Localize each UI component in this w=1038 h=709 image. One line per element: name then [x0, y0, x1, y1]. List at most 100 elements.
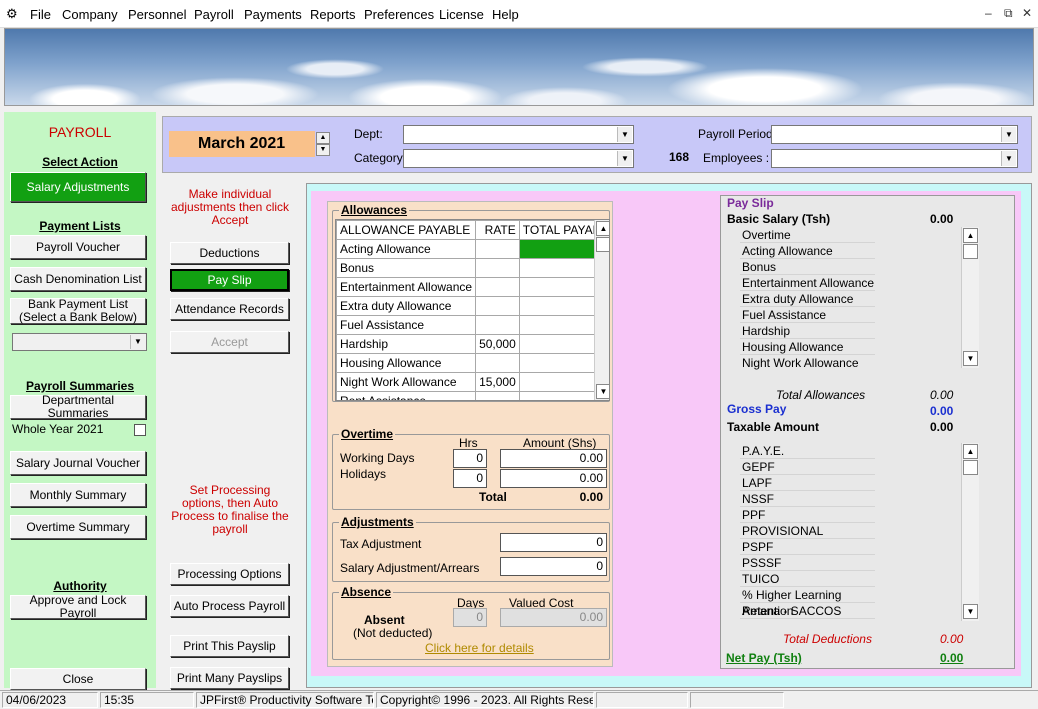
allowance-name-cell: Night Work Allowance	[336, 372, 477, 392]
menu-help[interactable]: Help	[492, 7, 519, 22]
minimize-icon[interactable]: –	[985, 6, 992, 20]
payslip-allowance-item: Overtime	[740, 227, 875, 243]
adjustments-title: Adjustments	[339, 515, 416, 529]
deductions-button[interactable]: Deductions	[170, 242, 289, 264]
scroll-thumb[interactable]	[963, 244, 978, 259]
left-panel: PAYROLL Select Action Salary Adjustments…	[4, 112, 156, 690]
scroll-thumb[interactable]	[596, 237, 609, 252]
allowance-rate-cell[interactable]	[475, 315, 520, 335]
allowance-rate-cell[interactable]	[475, 391, 520, 400]
menu-payroll[interactable]: Payroll	[194, 7, 234, 22]
payroll-voucher-button[interactable]: Payroll Voucher	[10, 235, 146, 259]
salary-journal-voucher-button[interactable]: Salary Journal Voucher	[10, 451, 146, 475]
pay-slip-button[interactable]: Pay Slip	[170, 269, 289, 291]
employees-select[interactable]: ▼	[771, 149, 1018, 168]
absent-days-input[interactable]: 0	[453, 608, 487, 627]
tax-adjustment-input[interactable]: 0	[500, 533, 607, 552]
status-copyright: Copyright© 1996 - 2023. All Rights Reser…	[376, 692, 594, 708]
whole-year-checkbox[interactable]	[134, 424, 146, 436]
gross-pay-value: 0.00	[930, 404, 954, 418]
holiday-amount-input[interactable]: 0.00	[500, 469, 607, 488]
bank-select[interactable]: ▼	[12, 333, 147, 351]
working-amount-input[interactable]: 0.00	[500, 449, 607, 468]
table-row[interactable]: Hardship 50,000	[336, 334, 609, 354]
allowance-rate-cell[interactable]: 15,000	[475, 372, 520, 392]
cash-denomination-button[interactable]: Cash Denomination List	[10, 267, 146, 291]
basic-salary-label: Basic Salary (Tsh)	[727, 212, 831, 226]
restore-icon[interactable]: ⧉	[1004, 6, 1013, 21]
net-pay-label: Net Pay (Tsh)	[726, 651, 802, 665]
payroll-period-select[interactable]: ▼	[771, 125, 1018, 144]
table-row[interactable]: Fuel Assistance	[336, 315, 609, 335]
chevron-down-icon: ▼	[617, 151, 632, 166]
salary-adjustment-input[interactable]: 0	[500, 557, 607, 576]
payslip-deduction-item: LAPF	[740, 475, 875, 491]
scroll-up-icon[interactable]: ▲	[963, 228, 978, 243]
bank-payment-list-button[interactable]: Bank Payment List (Select a Bank Below)	[10, 298, 146, 324]
menu-license[interactable]: License	[439, 7, 484, 22]
holiday-hrs-input[interactable]: 0	[453, 469, 487, 488]
approve-lock-payroll-button[interactable]: Approve and Lock Payroll	[10, 594, 146, 620]
working-hrs-input[interactable]: 0	[453, 449, 487, 468]
table-row[interactable]: Night Work Allowance 15,000	[336, 372, 609, 392]
menu-preferences[interactable]: Preferences	[364, 7, 434, 22]
allowances-grid[interactable]: ALLOWANCE PAYABLE RATE TOTAL PAYABLE Act…	[335, 219, 610, 401]
menu-bar: ⚙ File Company Personnel Payroll Payment…	[0, 0, 1038, 28]
table-row[interactable]: Extra duty Allowance	[336, 296, 609, 316]
attendance-records-button[interactable]: Attendance Records	[170, 298, 289, 320]
payslip-allowance-item: Housing Allowance	[740, 339, 875, 355]
payslip-deduction-item: PSSSF	[740, 555, 875, 571]
accept-button[interactable]: Accept	[170, 331, 289, 353]
close-button[interactable]: Close	[10, 668, 146, 690]
app-icon[interactable]: ⚙	[6, 6, 18, 22]
payslip-deductions-scrollbar[interactable]: ▲ ▼	[961, 443, 979, 621]
table-row[interactable]: Acting Allowance	[336, 239, 609, 259]
absence-details-link[interactable]: Click here for details	[425, 641, 534, 655]
scroll-up-icon[interactable]: ▲	[596, 221, 609, 236]
salary-adjustments-button[interactable]: Salary Adjustments	[10, 172, 146, 202]
table-row[interactable]: Bonus	[336, 258, 609, 278]
table-row[interactable]: Rent Assistance	[336, 391, 609, 400]
menu-payments[interactable]: Payments	[244, 7, 302, 22]
dept-select[interactable]: ▼	[403, 125, 634, 144]
overtime-summary-button[interactable]: Overtime Summary	[10, 515, 146, 539]
allowance-rate-cell[interactable]	[475, 239, 520, 259]
menu-file[interactable]: File	[30, 7, 51, 22]
departmental-summaries-button[interactable]: Departmental Summaries	[10, 394, 146, 420]
absent-valued-input[interactable]: 0.00	[500, 608, 607, 627]
payslip-allowances-scrollbar[interactable]: ▲ ▼	[961, 227, 979, 368]
period-down-icon[interactable]: ▼	[316, 144, 330, 156]
table-row[interactable]: Entertainment Allowance	[336, 277, 609, 297]
processing-options-button[interactable]: Processing Options	[170, 563, 289, 585]
close-icon[interactable]: ✕	[1022, 6, 1032, 20]
scroll-down-icon[interactable]: ▼	[963, 604, 978, 619]
period-up-icon[interactable]: ▲	[316, 132, 330, 144]
print-many-payslips-button[interactable]: Print Many Payslips	[170, 667, 289, 689]
allowance-rate-cell[interactable]	[475, 258, 520, 278]
auto-process-payroll-button[interactable]: Auto Process Payroll	[170, 595, 289, 617]
category-select[interactable]: ▼	[403, 149, 634, 168]
holidays-label: Holidays	[340, 467, 387, 481]
sky-banner	[4, 28, 1034, 106]
pay-slip-title: Pay Slip	[727, 196, 774, 210]
taxable-amount-label: Taxable Amount	[727, 420, 820, 434]
overtime-total-label: Total	[479, 490, 507, 504]
allowance-rate-cell[interactable]	[475, 296, 520, 316]
menu-reports[interactable]: Reports	[310, 7, 356, 22]
menu-personnel[interactable]: Personnel	[128, 7, 187, 22]
table-row[interactable]: Housing Allowance	[336, 353, 609, 373]
scroll-up-icon[interactable]: ▲	[963, 444, 978, 459]
print-this-payslip-button[interactable]: Print This Payslip	[170, 635, 289, 657]
scroll-down-icon[interactable]: ▼	[963, 351, 978, 366]
monthly-summary-button[interactable]: Monthly Summary	[10, 483, 146, 507]
allowance-rate-cell[interactable]: 50,000	[475, 334, 520, 354]
scroll-thumb[interactable]	[963, 460, 978, 475]
payslip-deductions-list: P.A.Y.E. GEPF LAPF NSSF PPF PROVISIONAL PSPF PS…	[740, 443, 875, 621]
allowances-scrollbar[interactable]: ▲ ▼	[594, 220, 609, 400]
allowance-rate-cell[interactable]	[475, 353, 520, 373]
allowance-rate-cell[interactable]	[475, 277, 520, 297]
allowance-name-cell: Entertainment Allowance	[336, 277, 477, 297]
menu-company[interactable]: Company	[62, 7, 118, 22]
scroll-down-icon[interactable]: ▼	[596, 384, 609, 399]
payslip-deduction-item: PPF	[740, 507, 875, 523]
